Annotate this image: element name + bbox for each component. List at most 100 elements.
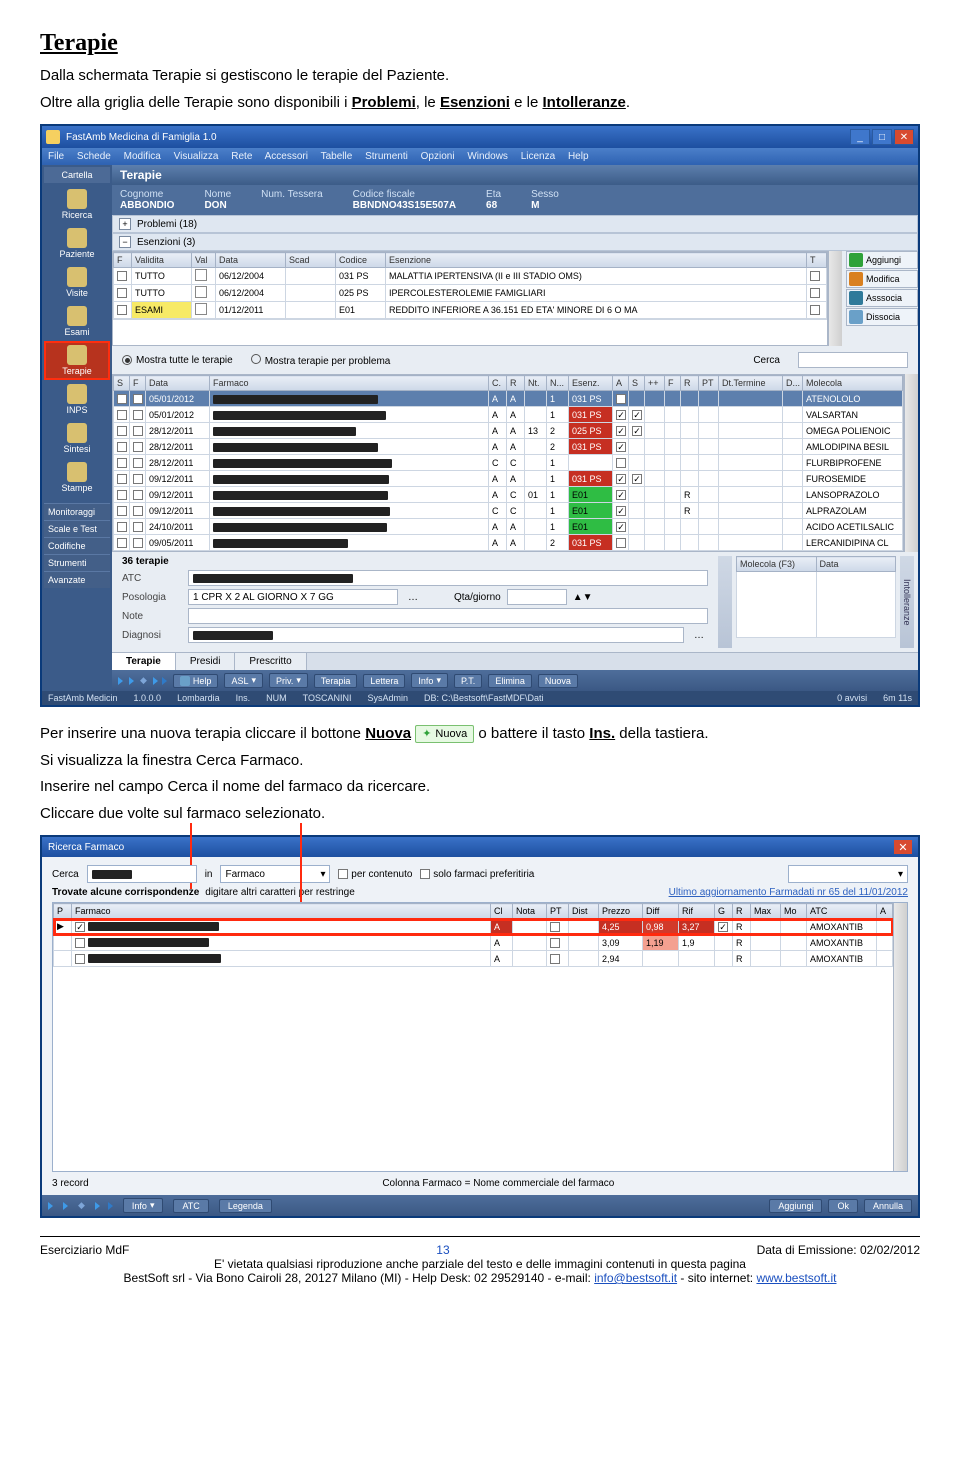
window-titlebar[interactable]: FastAmb Medicina di Famiglia 1.0 _ □ ✕	[42, 126, 918, 148]
menu-item[interactable]: File	[48, 151, 64, 162]
dlg-legenda-button[interactable]: Legenda	[219, 1199, 272, 1213]
menu-item[interactable]: Visualizza	[174, 151, 219, 162]
dlg-atc-button[interactable]: ATC	[173, 1199, 208, 1213]
arrow-next-icon[interactable]	[95, 1202, 100, 1210]
sidenav-lower-item[interactable]: Scale e Test	[44, 520, 110, 537]
in-combo[interactable]: Farmaco▾	[220, 865, 330, 883]
table-row[interactable]: 09/12/2011CC1E01RALPRAZOLAM	[114, 503, 903, 519]
arrow-first-icon[interactable]	[48, 1202, 53, 1210]
results-table[interactable]: PFarmacoClNotaPTDistPrezzoDiffRifGRMaxMo…	[53, 903, 893, 967]
qta-input[interactable]	[507, 589, 567, 605]
footer-email-link[interactable]: info@bestsoft.it	[594, 1271, 677, 1285]
problemi-expander[interactable]: +Problemi (18)	[112, 215, 918, 233]
sidenav-item-sintesi[interactable]: Sintesi	[44, 419, 110, 458]
diagnosi-more[interactable]: …	[690, 630, 708, 641]
scrollbar-vertical[interactable]	[904, 374, 918, 552]
sidenav-item-terapie[interactable]: Terapie	[44, 341, 110, 380]
menu-bar[interactable]: File Schede Modifica Visualizza Rete Acc…	[42, 148, 918, 165]
menu-item[interactable]: Modifica	[124, 151, 161, 162]
table-row[interactable]: TUTTO06/12/2004025 PSIPERCOLESTEROLEMIE …	[114, 285, 827, 302]
sidenav-item-inps[interactable]: INPS	[44, 380, 110, 419]
table-row[interactable]: 28/12/2011AA132025 PSOMEGA POLIENOIC	[114, 423, 903, 439]
sidenav-lower-item[interactable]: Monitoraggi	[44, 503, 110, 520]
arrow-next-icon[interactable]	[153, 677, 158, 685]
farmadati-link[interactable]: Ultimo aggiornamento Farmadati nr 65 del…	[669, 887, 908, 898]
dialog-close-button[interactable]: ✕	[894, 840, 912, 854]
pt-button[interactable]: P.T.	[454, 674, 482, 688]
table-row[interactable]: 24/10/2011AA1E01ACIDO ACETILSALIC	[114, 519, 903, 535]
window-close-button[interactable]: ✕	[894, 129, 914, 145]
diagnosi-input[interactable]	[188, 627, 684, 643]
atc-input[interactable]	[188, 570, 708, 586]
lettera-button[interactable]: Lettera	[363, 674, 405, 688]
posologia-more[interactable]: …	[404, 592, 422, 603]
radio-all[interactable]: Mostra tutte le terapie	[122, 355, 233, 366]
tab-presidi[interactable]: Presidi	[176, 653, 236, 670]
arrow-last-icon[interactable]	[108, 1202, 113, 1210]
footer-site-link[interactable]: www.bestsoft.it	[756, 1271, 836, 1285]
table-row[interactable]: A2,94RAMOXANTIB	[54, 951, 893, 967]
cerca-input[interactable]	[798, 352, 908, 368]
sidenav-item-stampe[interactable]: Stampe	[44, 458, 110, 497]
window-maximize-button[interactable]: □	[872, 129, 892, 145]
menu-item[interactable]: Schede	[77, 151, 111, 162]
nuova-button[interactable]: Nuova	[538, 674, 578, 688]
arrow-prev-icon[interactable]	[63, 1202, 68, 1210]
dlg-aggiungi-button[interactable]: Aggiungi	[769, 1199, 822, 1213]
note-input[interactable]	[188, 608, 708, 624]
arrow-prev-icon[interactable]	[129, 677, 134, 685]
tab-terapie[interactable]: Terapie	[112, 653, 176, 670]
menu-item[interactable]: Accessori	[265, 151, 308, 162]
btn-associa[interactable]: Asssocia	[846, 289, 918, 307]
table-row[interactable]: TUTTO06/12/2004031 PSMALATTIA IPERTENSIV…	[114, 268, 827, 285]
table-row[interactable]: 05/01/2012AA1031 PSATENOLOLO	[114, 391, 903, 407]
asl-button[interactable]: ASL ▾	[224, 673, 263, 688]
table-row[interactable]: A3,091,191,9RAMOXANTIB	[54, 935, 893, 951]
chk-solo-preferiti[interactable]: solo farmaci preferitiria	[420, 869, 534, 880]
table-row[interactable]: 05/01/2012AA1031 PSVALSARTAN	[114, 407, 903, 423]
posologia-input[interactable]: 1 CPR X 2 AL GIORNO X 7 GG	[188, 589, 398, 605]
sidenav-item-visite[interactable]: Visite	[44, 263, 110, 302]
extra-combo[interactable]: ▾	[788, 865, 908, 883]
esenzioni-table[interactable]: F Validita Val Data Scad Codice Esenzion…	[113, 252, 827, 319]
info-button[interactable]: Info ▾	[411, 673, 448, 688]
terapia-button[interactable]: Terapia	[314, 674, 358, 688]
table-row[interactable]: 09/12/2011AC011E01RLANSOPRAZOLO	[114, 487, 903, 503]
tab-prescritto[interactable]: Prescritto	[235, 653, 306, 670]
table-row[interactable]: ESAMI01/12/2011E01REDDITO INFERIORE A 36…	[114, 302, 827, 319]
sidenav-lower-item[interactable]: Codifiche	[44, 537, 110, 554]
sidenav-lower-item[interactable]: Strumenti	[44, 554, 110, 571]
chk-per-contenuto[interactable]: per contenuto	[338, 869, 412, 880]
sidenav-lower-item[interactable]: Avanzate	[44, 571, 110, 588]
btn-aggiungi[interactable]: Aggiungi	[846, 251, 918, 269]
menu-item[interactable]: Tabelle	[321, 151, 353, 162]
help-button[interactable]: Help	[173, 674, 219, 688]
btn-dissocia[interactable]: Dissocia	[846, 308, 918, 326]
sidenav-item-esami[interactable]: Esami	[44, 302, 110, 341]
radio-per-problema[interactable]: Mostra terapie per problema	[251, 354, 391, 367]
terapie-table[interactable]: SFDataFarmacoC.RNt.N...Esenz.AS++FRPTDt.…	[113, 375, 903, 551]
arrow-last-icon[interactable]	[162, 677, 167, 685]
table-row[interactable]: 28/12/2011CC1FLURBIPROFENE	[114, 455, 903, 471]
table-row[interactable]: ▶ A4,250,983,27RAMOXANTIB	[54, 919, 893, 935]
sidenav-item-ricerca[interactable]: Ricerca	[44, 185, 110, 224]
table-row[interactable]: 09/12/2011AA1031 PSFUROSEMIDE	[114, 471, 903, 487]
dialog-titlebar[interactable]: Ricerca Farmaco ✕	[42, 837, 918, 857]
menu-item[interactable]: Windows	[467, 151, 508, 162]
scrollbar-vertical[interactable]	[828, 251, 842, 346]
dlg-annulla-button[interactable]: Annulla	[864, 1199, 912, 1213]
stepper-icon[interactable]: ▲▼	[573, 592, 593, 603]
table-row[interactable]: 28/12/2011AA2031 PSAMLODIPINA BESIL	[114, 439, 903, 455]
elimina-button[interactable]: Elimina	[488, 674, 532, 688]
esenzioni-expander[interactable]: −Esenzioni (3)	[112, 233, 918, 251]
menu-item[interactable]: Opzioni	[421, 151, 455, 162]
cerca-farmaco-input[interactable]	[87, 865, 197, 883]
priv-button[interactable]: Priv. ▾	[269, 673, 308, 688]
sidenav-item-paziente[interactable]: Paziente	[44, 224, 110, 263]
intolleranze-left-panel[interactable]	[718, 556, 732, 648]
menu-item[interactable]: Licenza	[521, 151, 555, 162]
dlg-info-button[interactable]: Info ▾	[123, 1198, 164, 1213]
btn-modifica[interactable]: Modifica	[846, 270, 918, 288]
intolleranze-right-panel[interactable]: Intolleranze	[900, 556, 914, 648]
table-row[interactable]: 09/05/2011AA2031 PSLERCANIDIPINA CL	[114, 535, 903, 551]
